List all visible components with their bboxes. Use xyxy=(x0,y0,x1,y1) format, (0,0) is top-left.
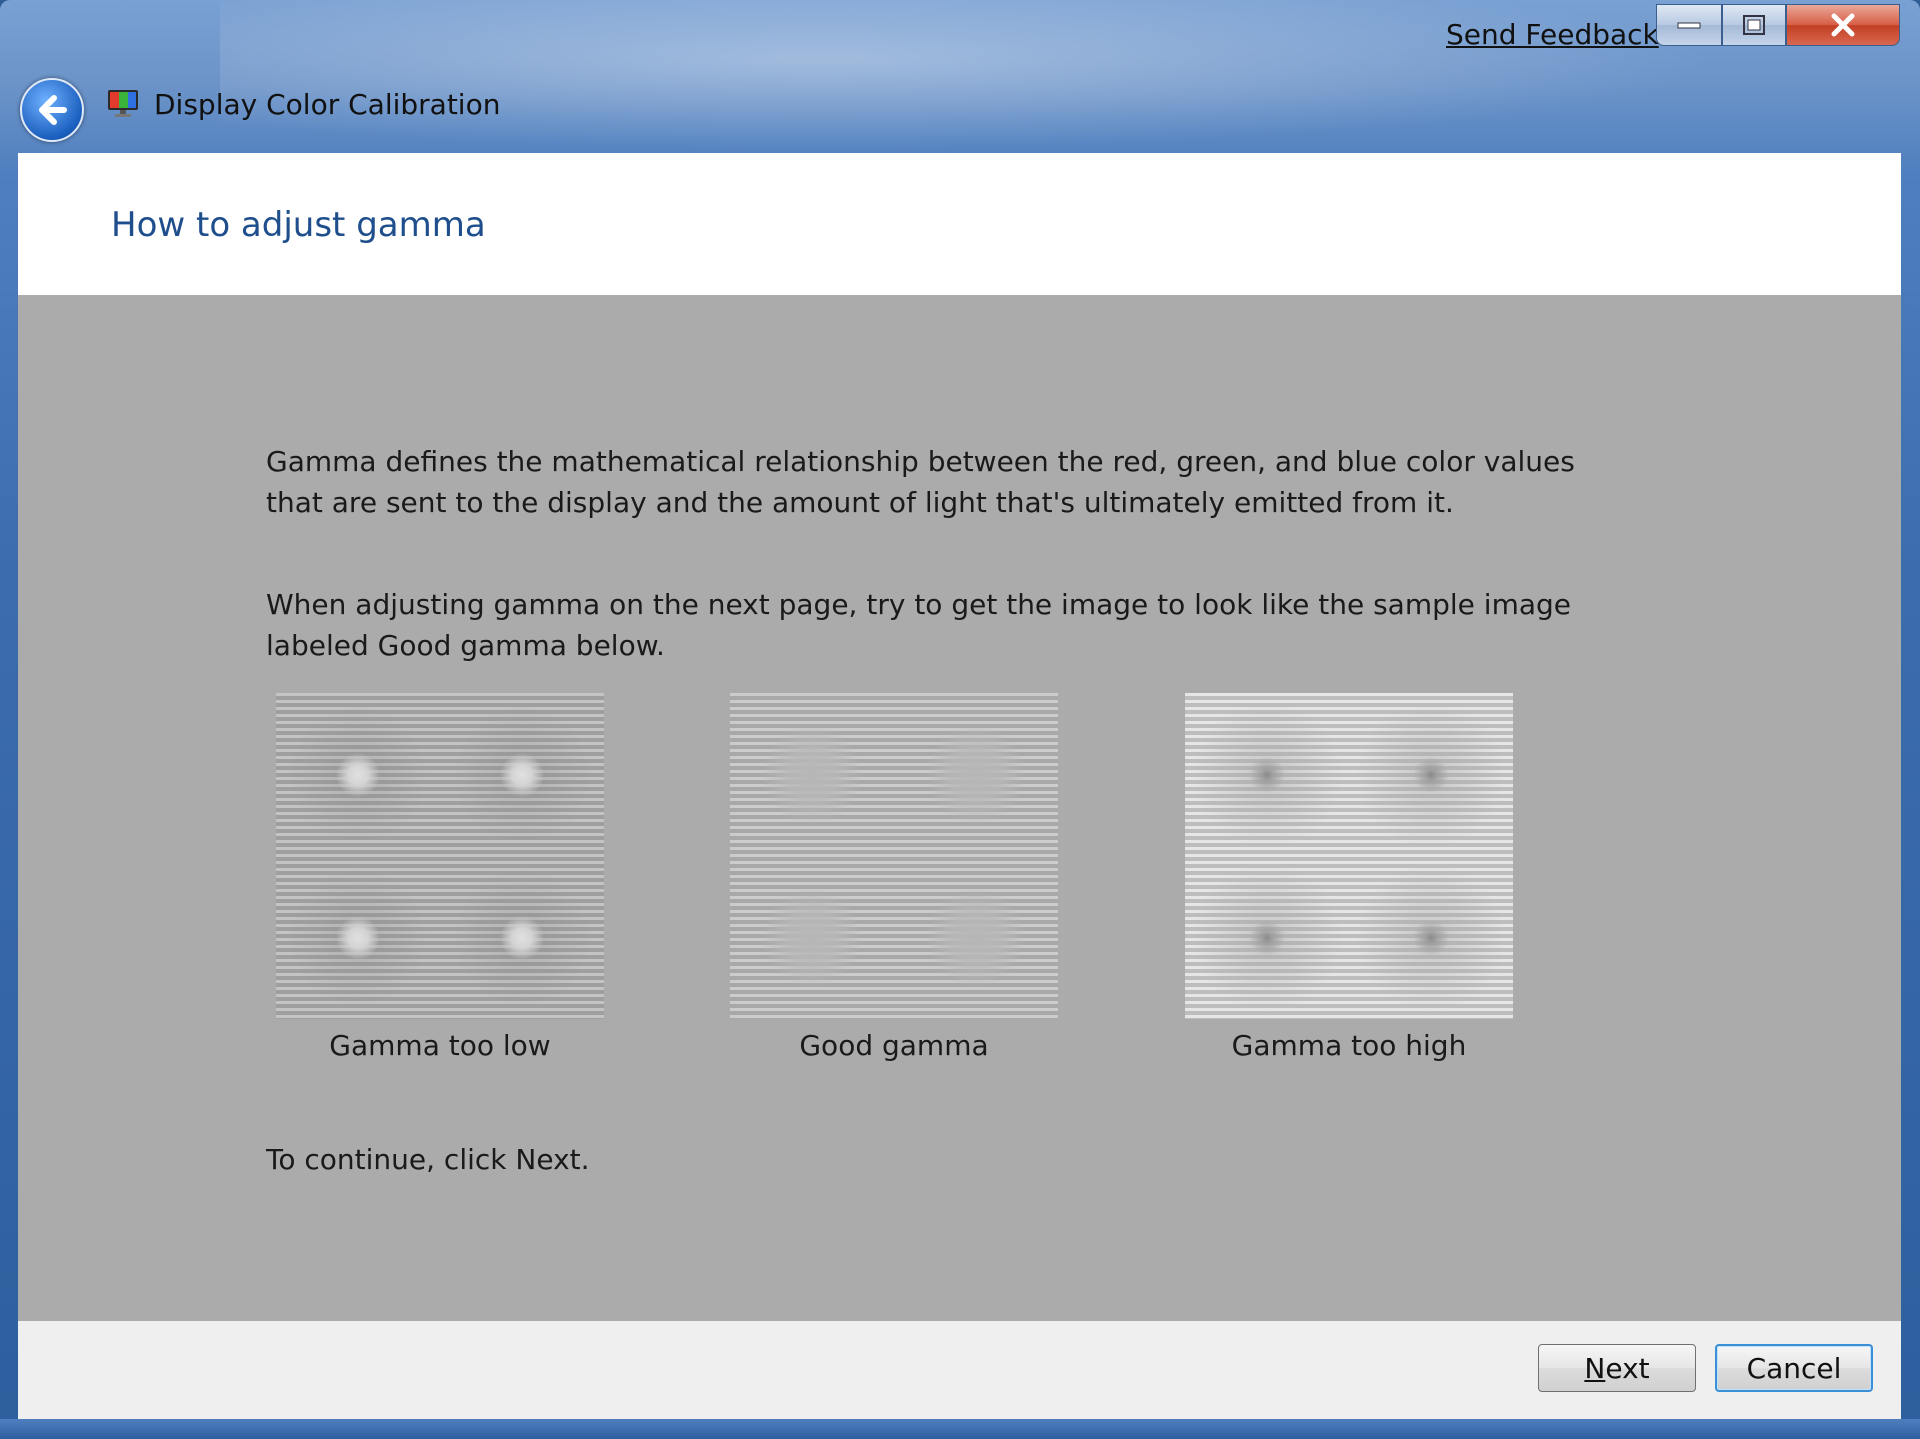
good-gamma-label: Good gamma xyxy=(799,1029,989,1062)
title-bar: Display Color Calibration Send Feedback xyxy=(0,0,1920,150)
window: Display Color Calibration Send Feedback xyxy=(0,0,1920,1439)
caption-buttons xyxy=(1656,4,1902,46)
page-header: How to adjust gamma xyxy=(18,153,1901,295)
adjust-instructions-text: When adjusting gamma on the next page, t… xyxy=(266,588,1572,662)
gamma-definition-text: Gamma defines the mathematical relations… xyxy=(266,445,1575,519)
continue-instruction-text: To continue, click Next. xyxy=(266,1143,590,1176)
page-title: How to adjust gamma xyxy=(111,205,486,245)
good-gamma-sample-image xyxy=(730,693,1058,1019)
gamma-too-high-label: Gamma too high xyxy=(1231,1029,1467,1062)
back-arrow-icon xyxy=(39,95,67,125)
minimize-button[interactable] xyxy=(1656,4,1722,46)
maximize-icon xyxy=(1743,15,1765,35)
maximize-button[interactable] xyxy=(1722,4,1786,46)
window-title: Display Color Calibration xyxy=(154,88,501,121)
next-button-accelerator: N xyxy=(1584,1351,1606,1385)
next-button[interactable]: Next xyxy=(1538,1344,1696,1392)
close-button[interactable] xyxy=(1786,4,1900,46)
minimize-icon xyxy=(1677,22,1701,29)
gamma-too-low-sample-image xyxy=(276,693,604,1019)
window-bottom-border xyxy=(0,1419,1920,1439)
back-button[interactable] xyxy=(20,78,84,142)
next-button-label: ext xyxy=(1605,1351,1650,1385)
close-icon xyxy=(1831,13,1855,37)
send-feedback-link[interactable]: Send Feedback xyxy=(1446,18,1659,51)
wizard-content: How to adjust gamma Gamma defines the ma… xyxy=(18,153,1901,1419)
gamma-too-high-sample-image xyxy=(1185,693,1513,1019)
gamma-too-low-label: Gamma too low xyxy=(329,1029,551,1062)
display-color-calibration-icon xyxy=(106,88,140,118)
cancel-button[interactable]: Cancel xyxy=(1715,1344,1873,1392)
